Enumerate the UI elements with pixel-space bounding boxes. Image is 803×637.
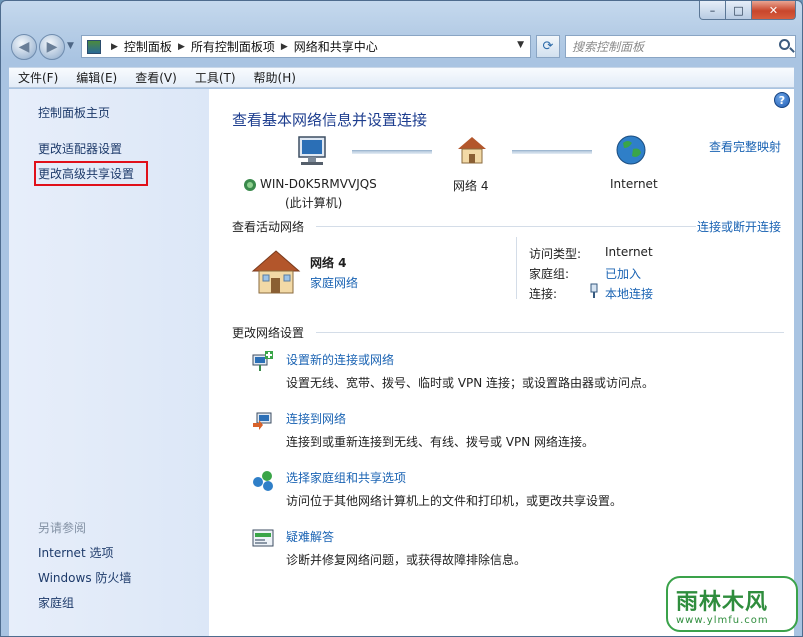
change-adapter-settings-link[interactable]: 更改适配器设置 xyxy=(38,140,122,157)
task-new-connection-link[interactable]: 设置新的连接或网络 xyxy=(286,351,394,368)
connection-label: 连接: xyxy=(529,287,558,301)
refresh-icon: ⟳ xyxy=(542,39,554,54)
watermark-title: 雨林木风 xyxy=(676,590,769,615)
change-settings-heading: 更改网络设置 xyxy=(232,326,305,340)
divider xyxy=(316,226,696,227)
homegroup-link[interactable]: 家庭组 xyxy=(38,594,74,611)
task-homegroup-link[interactable]: 选择家庭组和共享选项 xyxy=(286,469,406,486)
recent-pages-dropdown[interactable]: ▼ xyxy=(67,41,74,51)
forward-button[interactable]: ▶ xyxy=(39,34,65,60)
maximize-button[interactable]: □ xyxy=(726,1,752,20)
homegroup-label: 家庭组: xyxy=(529,267,570,281)
task-troubleshoot-desc: 诊断并修复网络问题，或获得故障排除信息。 xyxy=(286,553,527,567)
breadcrumb-separator[interactable]: ▶ xyxy=(281,42,288,52)
chevron-down-icon[interactable]: ▼ xyxy=(517,40,524,50)
navigation-bar: ◀ ▶ ▼ ▶ 控制面板 ▶ 所有控制面板项 ▶ 网络和共享中心 ▼ ⟳ 搜索控… xyxy=(9,33,796,61)
local-connection-link[interactable]: 本地连接 xyxy=(605,285,653,302)
task-homegroup-desc: 访问位于其他网络计算机上的文件和打印机，或更改共享设置。 xyxy=(286,494,623,508)
globe-icon xyxy=(616,135,646,165)
windows-firewall-link[interactable]: Windows 防火墙 xyxy=(38,569,131,586)
task-connect-network-desc: 连接到或重新连接到无线、有线、拨号或 VPN 网络连接。 xyxy=(286,435,595,449)
arrow-right-icon: ▶ xyxy=(46,39,58,55)
menu-edit[interactable]: 编辑(E) xyxy=(67,69,126,86)
breadcrumb-control-panel[interactable]: 控制面板 xyxy=(124,38,172,55)
menu-file[interactable]: 文件(F) xyxy=(9,69,67,86)
search-placeholder: 搜索控制面板 xyxy=(572,40,645,54)
connect-network-icon xyxy=(253,412,272,430)
computer-name: WIN-D0K5RMVVJQS xyxy=(260,177,377,191)
divider xyxy=(316,332,784,333)
homegroup-joined-link[interactable]: 已加入 xyxy=(605,265,641,282)
menu-tools[interactable]: 工具(T) xyxy=(186,69,245,86)
caption-buttons: – □ ✕ xyxy=(699,1,796,20)
content-area: 控制面板主页 更改适配器设置 更改高级共享设置 另请参阅 Internet 选项… xyxy=(9,89,794,636)
refresh-button[interactable]: ⟳ xyxy=(536,35,560,58)
homegroup-icon xyxy=(253,471,273,491)
menu-bar: 文件(F) 编辑(E) 查看(V) 工具(T) 帮助(H) xyxy=(9,67,794,88)
active-network-name: 网络 4 xyxy=(310,256,347,270)
breadcrumb-separator[interactable]: ▶ xyxy=(111,42,118,52)
home-network-icon xyxy=(251,250,301,294)
view-full-map-link[interactable]: 查看完整映射 xyxy=(709,138,781,155)
computer-sub-label: (此计算机) xyxy=(285,196,343,210)
help-icon[interactable]: ? xyxy=(774,92,790,108)
control-panel-home-link[interactable]: 控制面板主页 xyxy=(38,104,110,121)
network-type-link[interactable]: 家庭网络 xyxy=(310,274,358,291)
connection-line xyxy=(352,150,432,154)
troubleshoot-icon xyxy=(252,529,274,547)
network-node-label: 网络 4 xyxy=(453,179,489,193)
breadcrumb-separator[interactable]: ▶ xyxy=(178,42,185,52)
access-type-value: Internet xyxy=(605,245,653,259)
menu-help[interactable]: 帮助(H) xyxy=(245,69,305,86)
menu-view[interactable]: 查看(V) xyxy=(126,69,186,86)
task-connect-network-link[interactable]: 连接到网络 xyxy=(286,410,346,427)
main-pane: ? 查看基本网络信息并设置连接 查看完整映射 WIN-D0K5RMVVJQS (… xyxy=(209,89,794,636)
watermark-logo: 雨林木风 www.ylmfu.com xyxy=(666,576,798,632)
search-input[interactable]: 搜索控制面板 xyxy=(565,35,796,58)
close-button[interactable]: ✕ xyxy=(752,1,796,20)
active-networks-heading: 查看活动网络 xyxy=(232,220,305,234)
arrow-left-icon: ◀ xyxy=(18,39,30,55)
connect-disconnect-link[interactable]: 连接或断开连接 xyxy=(697,218,781,235)
minimize-button[interactable]: – xyxy=(699,1,726,20)
address-bar[interactable]: ▶ 控制面板 ▶ 所有控制面板项 ▶ 网络和共享中心 ▼ xyxy=(81,35,531,58)
computer-icon xyxy=(298,136,326,165)
ethernet-icon xyxy=(590,283,598,298)
network-house-icon xyxy=(458,137,486,164)
computer-network-icon xyxy=(244,179,256,191)
see-also-heading: 另请参阅 xyxy=(38,521,87,535)
explorer-window: – □ ✕ ◀ ▶ ▼ ▶ 控制面板 ▶ 所有控制面板项 ▶ 网络和共享中心 ▼… xyxy=(0,0,803,637)
watermark-url: www.ylmfu.com xyxy=(676,615,769,626)
page-title: 查看基本网络信息并设置连接 xyxy=(232,111,428,129)
task-troubleshoot-link[interactable]: 疑难解答 xyxy=(286,528,334,545)
control-panel-icon xyxy=(87,39,101,54)
task-new-connection-desc: 设置无线、宽带、拨号、临时或 VPN 连接；或设置路由器或访问点。 xyxy=(286,376,655,390)
vertical-divider xyxy=(516,237,517,299)
access-type-label: 访问类型: xyxy=(529,247,582,261)
back-button[interactable]: ◀ xyxy=(11,34,37,60)
search-icon[interactable] xyxy=(779,39,790,50)
change-advanced-sharing-link[interactable]: 更改高级共享设置 xyxy=(34,161,149,186)
internet-node-label: Internet xyxy=(610,177,658,191)
new-connection-icon xyxy=(252,351,273,371)
breadcrumb-network-center[interactable]: 网络和共享中心 xyxy=(294,38,378,55)
connection-line xyxy=(512,150,592,154)
breadcrumb-all-items[interactable]: 所有控制面板项 xyxy=(191,38,275,55)
internet-options-link[interactable]: Internet 选项 xyxy=(38,544,113,561)
left-navigation-pane: 控制面板主页 更改适配器设置 更改高级共享设置 另请参阅 Internet 选项… xyxy=(9,89,209,636)
